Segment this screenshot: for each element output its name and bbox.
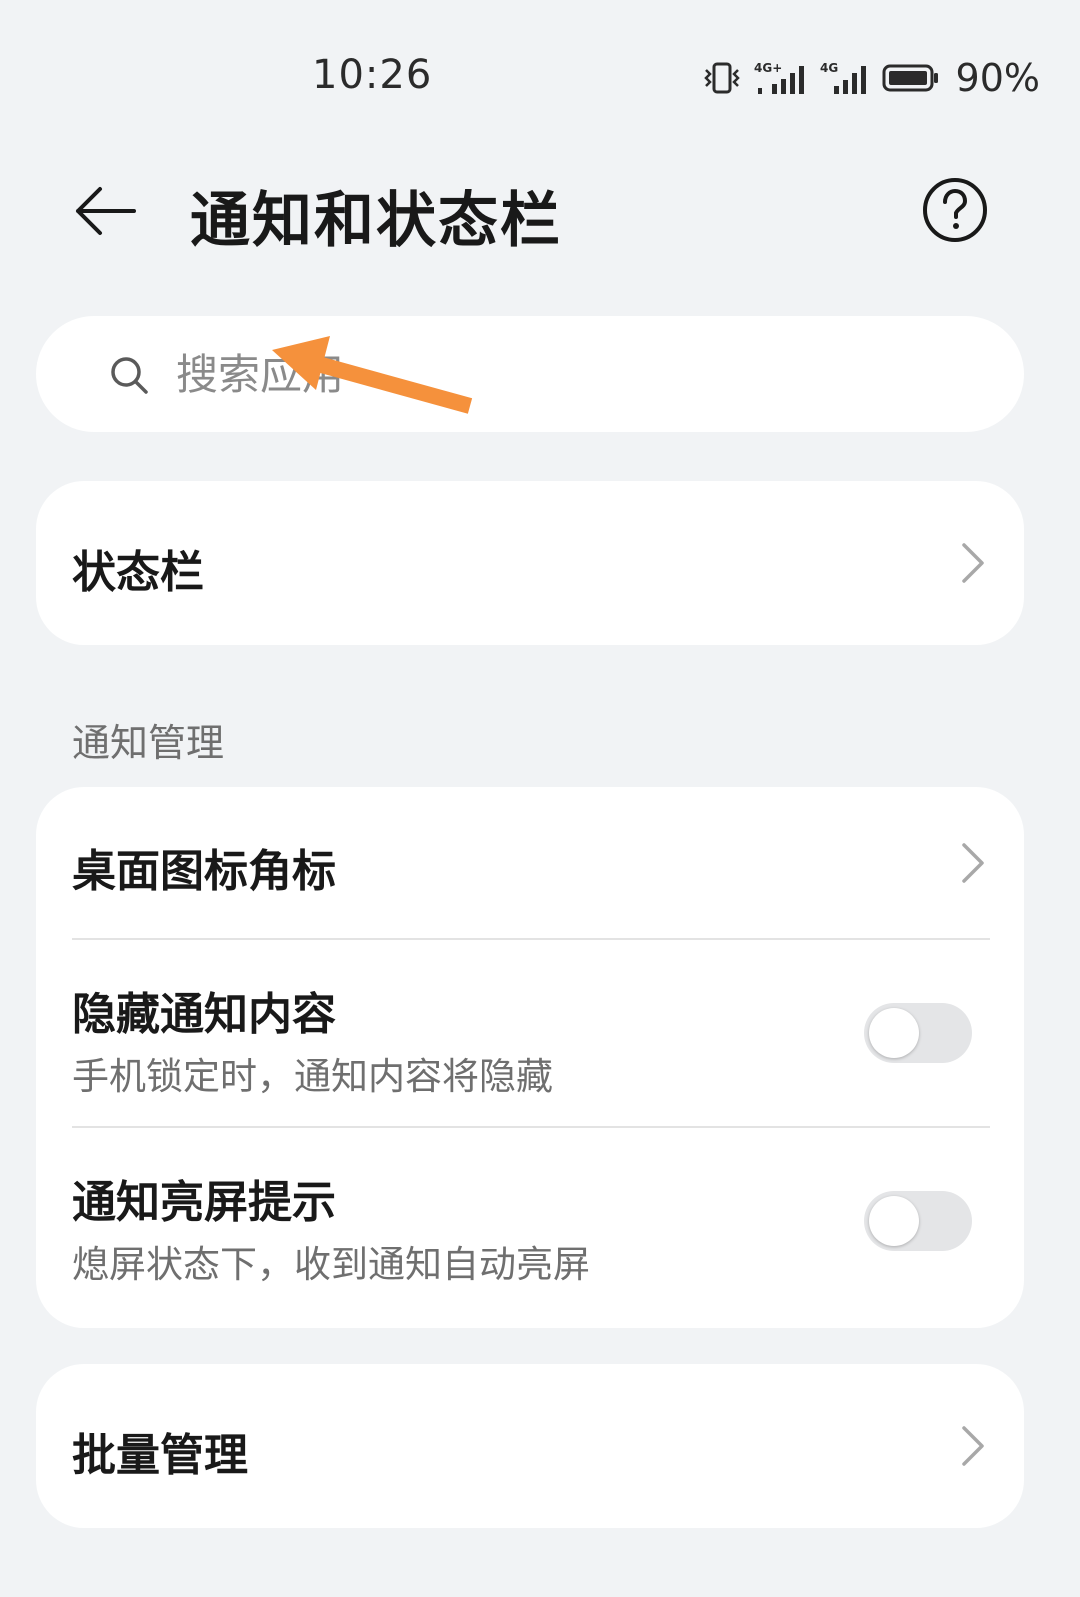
back-button[interactable] xyxy=(72,178,138,244)
svg-text:4G: 4G xyxy=(820,61,838,75)
batch-management-row[interactable]: 批量管理 xyxy=(36,1364,1024,1528)
status-icons: 4G+ 4G 90% xyxy=(702,56,1040,100)
hide-notification-content-row[interactable]: 隐藏通知内容 手机锁定时，通知内容将隐藏 xyxy=(36,940,1024,1126)
toggle-knob xyxy=(869,1196,919,1246)
status-bar: 10:26 4G+ 4G 90% xyxy=(0,0,1080,155)
app-icon-badges-label: 桌面图标角标 xyxy=(72,846,336,897)
notification-management-card: 桌面图标角标 隐藏通知内容 手机锁定时，通知内容将隐藏 通知亮屏提示 熄屏状态下… xyxy=(36,787,1024,1328)
status-bar-card: 状态栏 xyxy=(36,481,1024,645)
batch-management-card: 批量管理 xyxy=(36,1364,1024,1528)
back-arrow-icon xyxy=(76,187,136,235)
battery-percent: 90% xyxy=(955,56,1040,100)
battery-icon xyxy=(882,64,938,92)
status-time: 10:26 xyxy=(312,52,433,98)
hide-notification-content-description: 手机锁定时，通知内容将隐藏 xyxy=(72,1055,553,1098)
wake-screen-notification-toggle[interactable] xyxy=(864,1191,972,1251)
vibrate-icon xyxy=(703,62,740,94)
section-header-notification-management: 通知管理 xyxy=(72,721,225,765)
status-bar-row[interactable]: 状态栏 xyxy=(36,481,1024,645)
hide-notification-content-label: 隐藏通知内容 xyxy=(72,989,336,1040)
chevron-right-icon xyxy=(962,1426,984,1466)
chevron-right-icon xyxy=(962,843,984,883)
search-icon xyxy=(111,357,148,394)
app-bar: 通知和状态栏 xyxy=(0,160,1080,260)
status-bar-label: 状态栏 xyxy=(72,547,204,598)
wake-screen-notification-label: 通知亮屏提示 xyxy=(72,1177,336,1228)
search-box[interactable] xyxy=(36,316,1024,432)
page-title: 通知和状态栏 xyxy=(190,186,562,256)
signal-4g-icon: 4G xyxy=(820,61,866,94)
signal-4g-plus-icon: 4G+ xyxy=(754,61,804,94)
app-icon-badges-row[interactable]: 桌面图标角标 xyxy=(36,787,1024,939)
help-icon xyxy=(923,178,987,242)
search-input[interactable] xyxy=(176,338,976,410)
wake-screen-notification-row[interactable]: 通知亮屏提示 熄屏状态下，收到通知自动亮屏 xyxy=(36,1128,1024,1314)
wake-screen-notification-description: 熄屏状态下，收到通知自动亮屏 xyxy=(72,1243,590,1286)
help-button[interactable] xyxy=(920,175,990,245)
svg-text:4G+: 4G+ xyxy=(754,61,782,75)
chevron-right-icon xyxy=(962,543,984,583)
hide-notification-content-toggle[interactable] xyxy=(864,1003,972,1063)
batch-management-label: 批量管理 xyxy=(72,1430,248,1481)
toggle-knob xyxy=(869,1008,919,1058)
